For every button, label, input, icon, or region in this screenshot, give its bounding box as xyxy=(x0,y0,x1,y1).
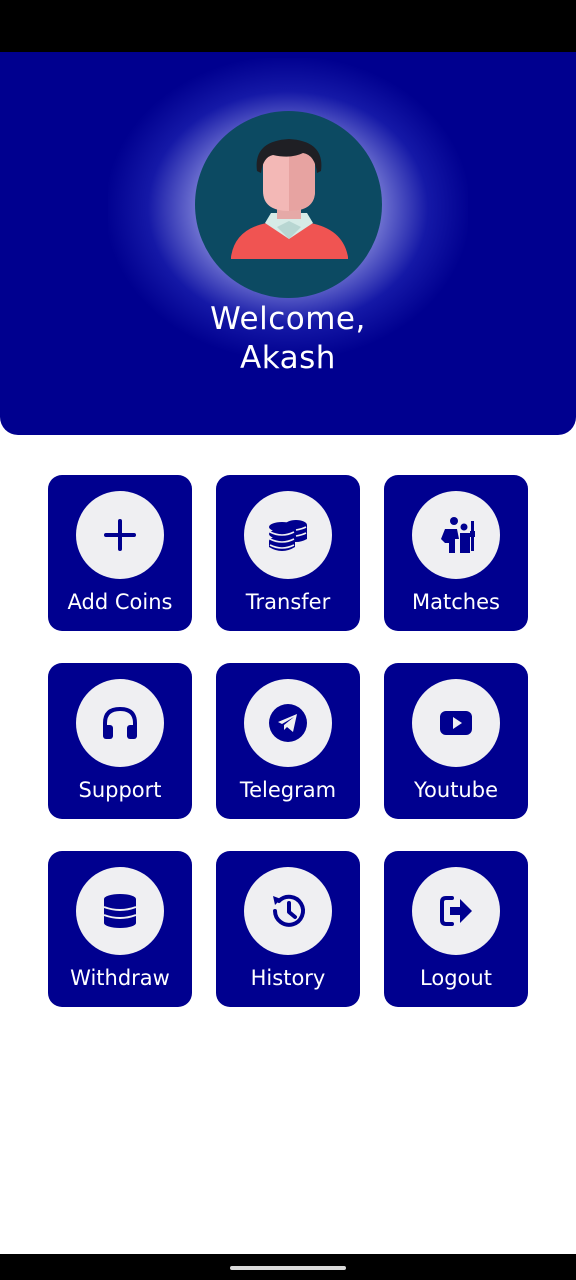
youtube-button[interactable]: Youtube xyxy=(384,663,528,819)
welcome-greeting: Welcome, xyxy=(210,301,366,337)
menu-grid: Add Coins Transfer Matches Support Teleg… xyxy=(48,475,528,1007)
support-label: Support xyxy=(78,778,162,802)
headphones-icon xyxy=(76,679,164,767)
matches-button[interactable]: Matches xyxy=(384,475,528,631)
status-bar xyxy=(0,0,576,52)
telegram-button[interactable]: Telegram xyxy=(216,663,360,819)
navigation-bar xyxy=(0,1254,576,1280)
welcome-message: Welcome, Akash xyxy=(0,300,576,378)
plus-icon xyxy=(76,491,164,579)
telegram-icon xyxy=(244,679,332,767)
history-button[interactable]: History xyxy=(216,851,360,1007)
matches-label: Matches xyxy=(412,590,500,614)
home-indicator[interactable] xyxy=(230,1266,346,1270)
logout-icon xyxy=(412,867,500,955)
logout-button[interactable]: Logout xyxy=(384,851,528,1007)
history-label: History xyxy=(250,966,326,990)
add-coins-label: Add Coins xyxy=(67,590,173,614)
withdraw-label: Withdraw xyxy=(70,966,170,990)
user-name: Akash xyxy=(240,340,336,376)
transfer-label: Transfer xyxy=(245,590,331,614)
history-icon xyxy=(244,867,332,955)
soldiers-icon xyxy=(412,491,500,579)
user-avatar-icon xyxy=(195,111,382,298)
transfer-button[interactable]: Transfer xyxy=(216,475,360,631)
telegram-label: Telegram xyxy=(239,778,337,802)
logout-label: Logout xyxy=(420,966,492,990)
youtube-icon xyxy=(412,679,500,767)
youtube-label: Youtube xyxy=(414,778,498,802)
profile-header: Welcome, Akash xyxy=(0,52,576,435)
database-icon xyxy=(76,867,164,955)
coins-icon xyxy=(244,491,332,579)
support-button[interactable]: Support xyxy=(48,663,192,819)
withdraw-button[interactable]: Withdraw xyxy=(48,851,192,1007)
add-coins-button[interactable]: Add Coins xyxy=(48,475,192,631)
